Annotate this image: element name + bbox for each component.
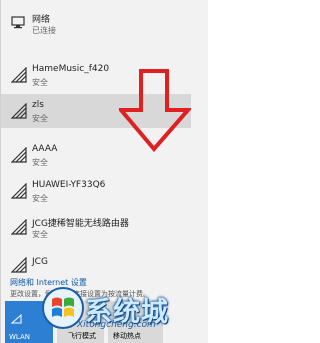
network-security: 安全 bbox=[32, 114, 48, 123]
network-security: 安全 bbox=[32, 78, 48, 87]
ethernet-monitor-icon bbox=[11, 14, 25, 33]
wifi-icon bbox=[11, 183, 29, 199]
network-flyout: 网络 已连接 HameMusic_f420 安全 zls 安全 AAAA 安全 … bbox=[0, 0, 208, 343]
wifi-icon bbox=[11, 67, 29, 83]
watermark-url: Xitongcheng.com bbox=[77, 320, 156, 330]
wifi-icon bbox=[11, 103, 29, 119]
network-name: JCG捷稀智能无线路由器 bbox=[32, 219, 129, 229]
network-security: 安全 bbox=[32, 194, 48, 203]
network-name: HameMusic_f420 bbox=[32, 64, 110, 74]
network-name: JCG bbox=[32, 257, 48, 267]
network-item-jcg-smart[interactable]: JCG捷稀智能无线路由器 安全 bbox=[1, 210, 191, 244]
wlan-label: WLAN bbox=[9, 333, 31, 341]
network-name: zls bbox=[32, 100, 44, 110]
current-connection-name: 网络 bbox=[32, 15, 51, 25]
xitongcheng-watermark: 系统城 Xitongcheng.com bbox=[41, 286, 201, 340]
network-security: 安全 bbox=[32, 230, 48, 239]
network-name: AAAA bbox=[32, 144, 58, 154]
current-connection-status: 已连接 bbox=[32, 26, 56, 35]
wifi-icon bbox=[11, 257, 29, 273]
network-item-huawei[interactable]: HUAWEI-YF33Q6 安全 bbox=[1, 174, 191, 208]
wifi-icon bbox=[10, 309, 23, 328]
down-arrow-annotation bbox=[116, 68, 193, 156]
network-name: HUAWEI-YF33Q6 bbox=[32, 180, 106, 190]
wifi-icon bbox=[11, 147, 29, 163]
network-security: 安全 bbox=[32, 158, 48, 167]
wifi-icon bbox=[11, 219, 29, 235]
current-connection[interactable]: 网络 已连接 bbox=[1, 6, 191, 40]
